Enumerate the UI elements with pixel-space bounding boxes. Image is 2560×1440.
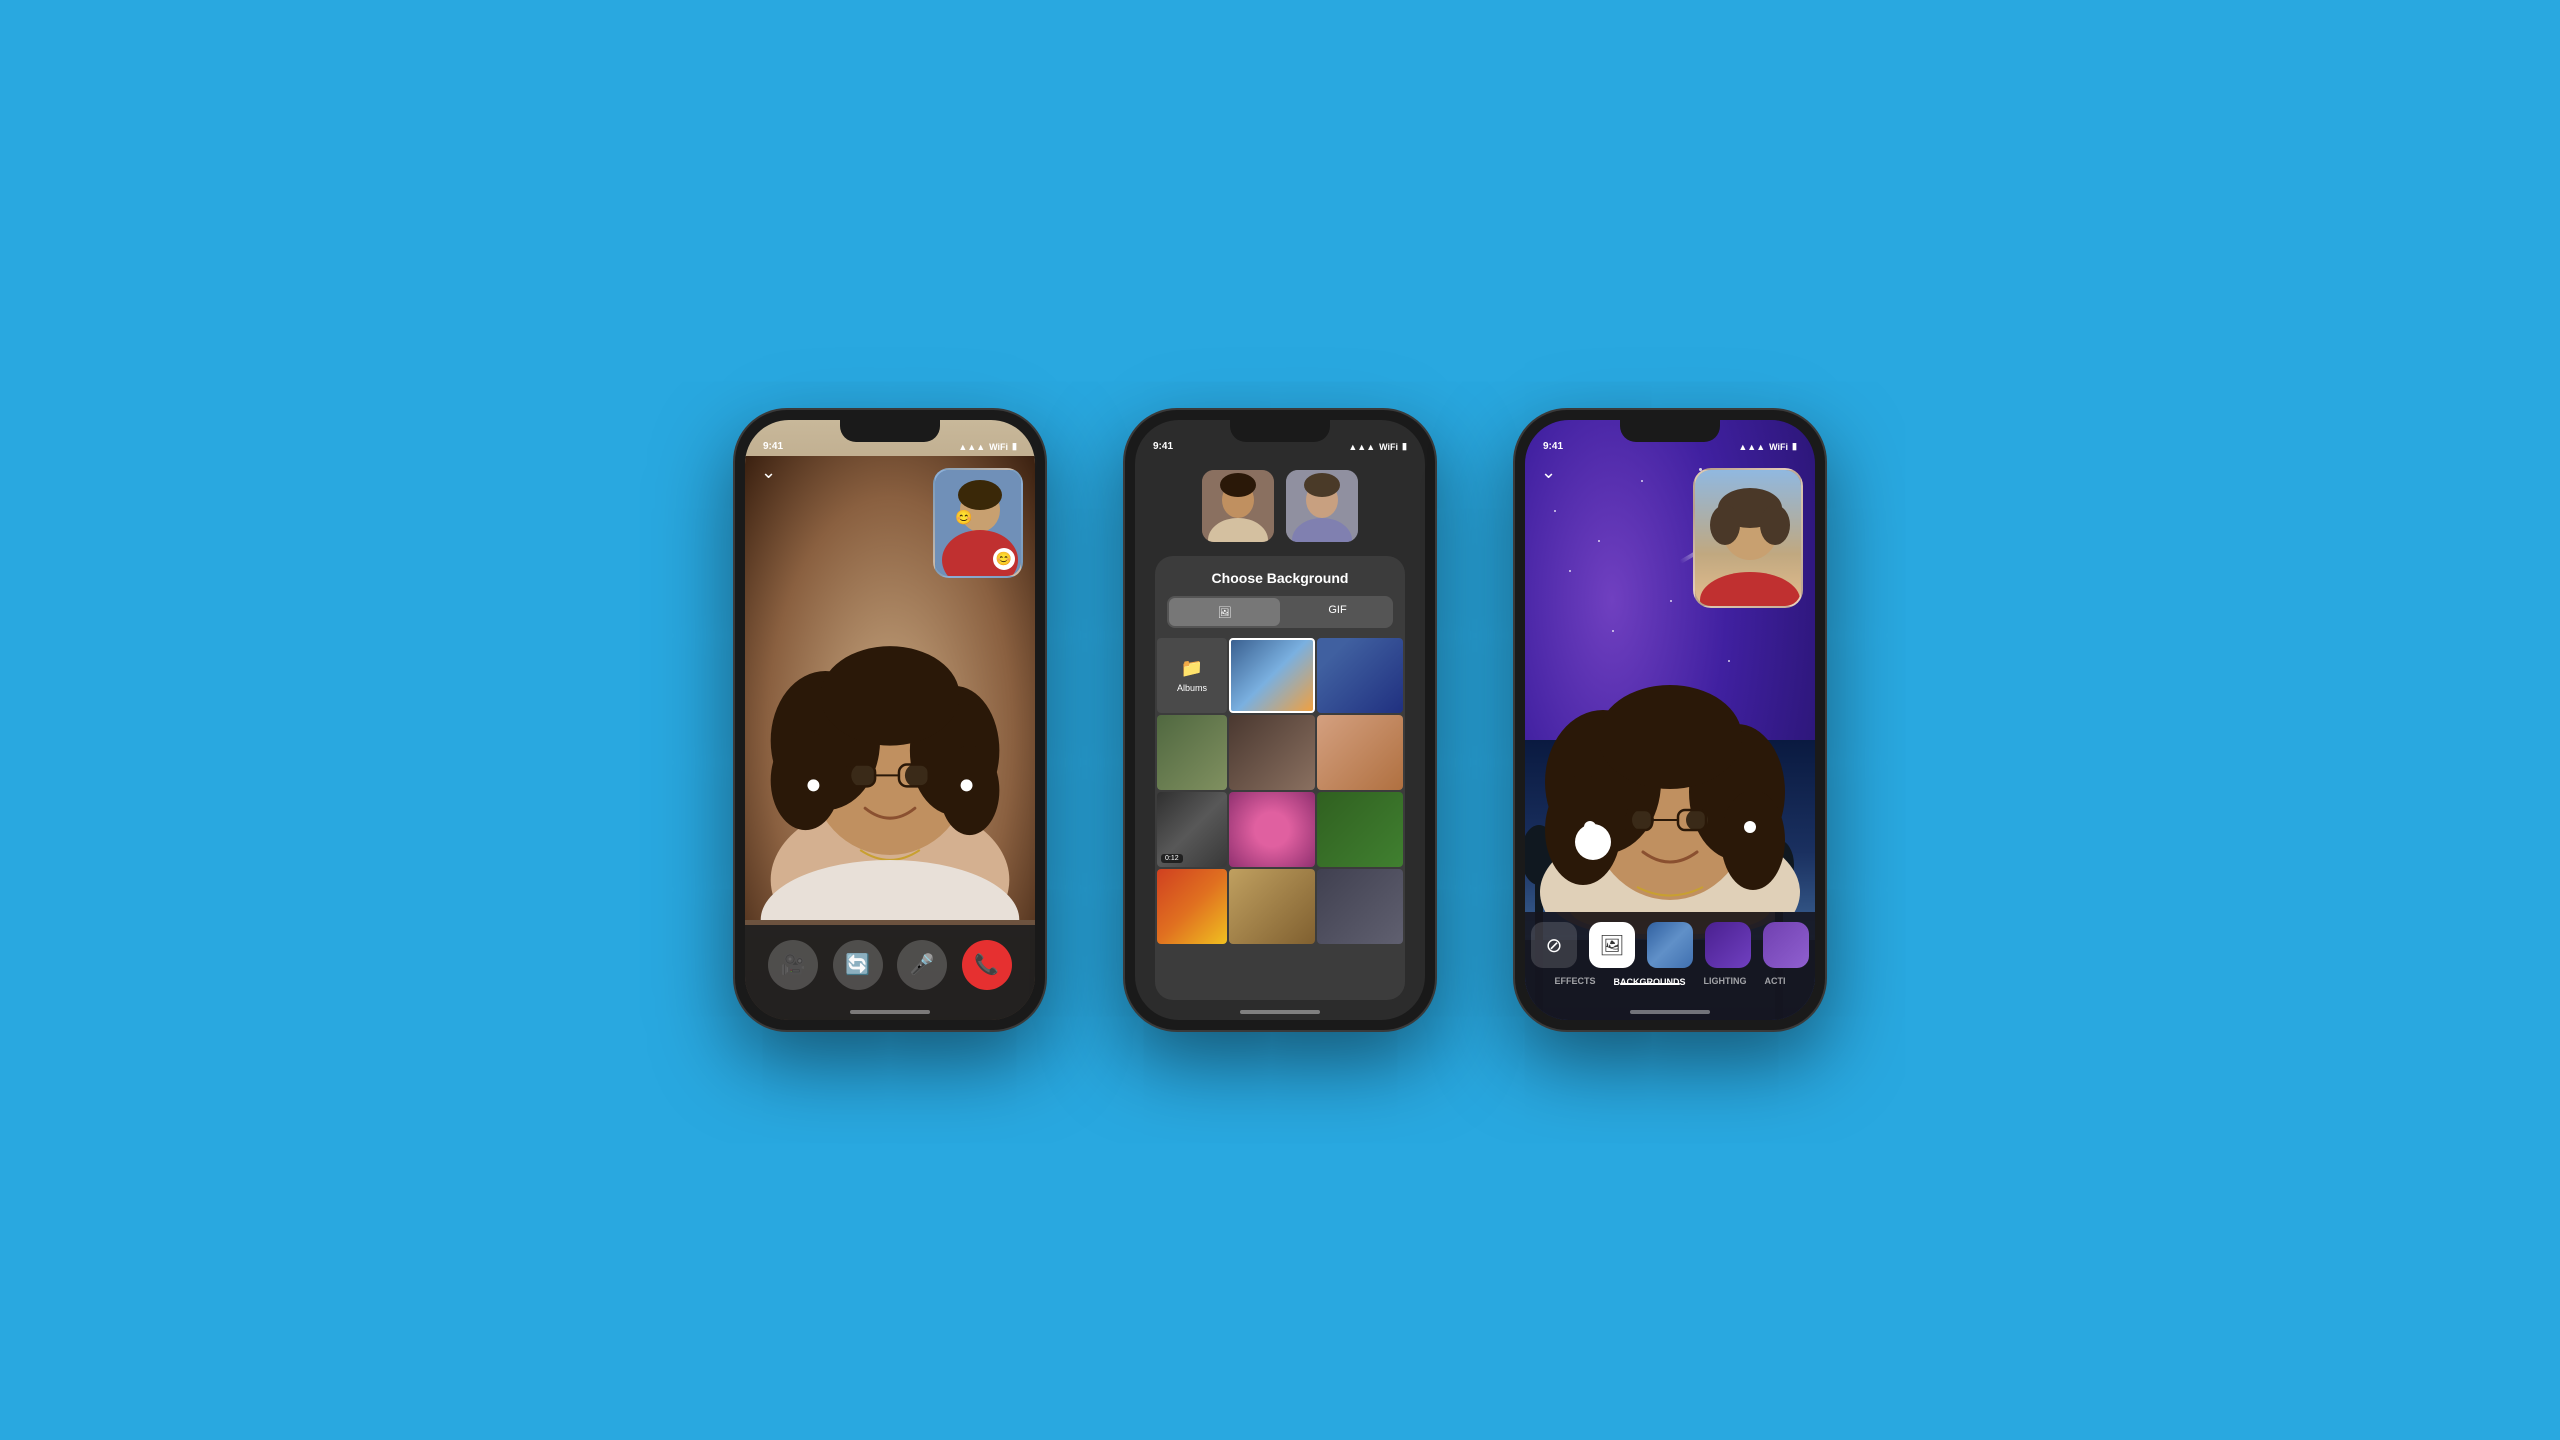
photo-grid: 📁 Albums 0:12 (1155, 638, 1405, 944)
status-icons-3: ▲▲▲ WiFi ▮ (1738, 441, 1797, 452)
battery-icon-3: ▮ (1792, 441, 1797, 452)
smiley-badge: 😊 (993, 548, 1015, 570)
photo-cell-7[interactable] (1229, 792, 1315, 867)
phone1-screen: 9:41 ▲▲▲ WiFi ▮ ⌄ (745, 420, 1035, 1020)
photo-cell-5[interactable] (1317, 715, 1403, 790)
scene1-button[interactable] (1647, 922, 1693, 968)
photo-cell-6[interactable]: 0:12 (1157, 792, 1227, 867)
albums-icon: 📁 (1181, 658, 1203, 679)
active-tab-indicator (1620, 983, 1680, 985)
notch-3 (1620, 420, 1720, 442)
tab-photos[interactable]: 🖼 (1169, 598, 1280, 626)
phone-3: 9:41 ▲▲▲ WiFi ▮ ⌄ ⊘ 🖼 (1515, 410, 1825, 1030)
notch-2 (1230, 420, 1330, 442)
woman-svg-3 (1525, 582, 1815, 912)
scene2-button[interactable] (1705, 922, 1751, 968)
battery-icon-2: ▮ (1402, 441, 1407, 452)
battery-icon-1: ▮ (1012, 441, 1017, 452)
tab-activity[interactable]: ACTI (1765, 976, 1786, 986)
home-indicator-3 (1630, 1010, 1710, 1014)
pip-row (1135, 456, 1425, 556)
pip-video-1: 😊 😊 (933, 468, 1023, 578)
camera-button[interactable]: 🎥 (768, 940, 818, 990)
tab-effects[interactable]: EFFECTS (1554, 976, 1595, 986)
phone-1: 9:41 ▲▲▲ WiFi ▮ ⌄ (735, 410, 1045, 1030)
scene3-button[interactable] (1763, 922, 1809, 968)
media-tabs: 🖼 GIF (1167, 596, 1393, 628)
status-icons-2: ▲▲▲ WiFi ▮ (1348, 441, 1407, 452)
end-call-button[interactable]: 📞 (962, 940, 1012, 990)
photo-cell-4[interactable] (1229, 715, 1315, 790)
mute-button[interactable]: 🎤 (897, 940, 947, 990)
wifi-icon-2: WiFi (1379, 442, 1398, 452)
panel-title: Choose Background (1155, 556, 1405, 596)
chevron-down-1[interactable]: ⌄ (761, 462, 776, 483)
pip-person-a (1202, 470, 1274, 542)
tab-backgrounds-container: BACKGROUNDS (1614, 977, 1686, 985)
effects-bar: ⊘ 🖼 EFFECTS BACKGROUNDS LIGHTING ACTI (1525, 912, 1815, 1020)
phone3-screen: 9:41 ▲▲▲ WiFi ▮ ⌄ ⊘ 🖼 (1525, 420, 1815, 1020)
photo-cell-11[interactable] (1317, 869, 1403, 944)
wifi-icon-3: WiFi (1769, 442, 1788, 452)
photo-cell-9[interactable] (1157, 869, 1227, 944)
wifi-icon-1: WiFi (989, 442, 1008, 452)
tab-gif[interactable]: GIF (1282, 596, 1393, 624)
duration-badge: 0:12 (1161, 854, 1183, 863)
pip-person-3 (1695, 470, 1803, 608)
white-dot-3 (1575, 824, 1611, 860)
call-controls: 🎥 🔄 🎤 📞 (745, 925, 1035, 1020)
albums-label: Albums (1177, 683, 1207, 693)
pip-2 (1286, 470, 1358, 542)
flip-camera-button[interactable]: 🔄 (833, 940, 883, 990)
chevron-down-3[interactable]: ⌄ (1541, 462, 1556, 483)
main-person-3 (1525, 582, 1815, 912)
photo-cell-1[interactable] (1229, 638, 1315, 713)
pip-1 (1202, 470, 1274, 542)
tab-lighting[interactable]: LIGHTING (1704, 976, 1747, 986)
phone2-screen: 9:41 ▲▲▲ WiFi ▮ (1135, 420, 1425, 1020)
photo-cell-3[interactable] (1157, 715, 1227, 790)
home-indicator-2 (1240, 1010, 1320, 1014)
tab-backgrounds[interactable]: BACKGROUNDS (1614, 977, 1686, 987)
photo-cell-8[interactable] (1317, 792, 1403, 867)
status-time-1: 9:41 (763, 441, 783, 452)
effect-tabs: EFFECTS BACKGROUNDS LIGHTING ACTI (1554, 976, 1785, 986)
background-panel: Choose Background 🖼 GIF 📁 Albums (1155, 556, 1405, 1000)
backgrounds-button[interactable]: 🖼 (1589, 922, 1635, 968)
photo-cell-2[interactable] (1317, 638, 1403, 713)
notch-1 (840, 420, 940, 442)
albums-cell[interactable]: 📁 Albums (1157, 638, 1227, 713)
signal-icon-3: ▲▲▲ (1738, 442, 1765, 452)
status-time-2: 9:41 (1153, 441, 1173, 452)
phone-2: 9:41 ▲▲▲ WiFi ▮ (1125, 410, 1435, 1030)
photo-cell-10[interactable] (1229, 869, 1315, 944)
signal-icon-1: ▲▲▲ (958, 442, 985, 452)
svg-text:😊: 😊 (955, 509, 972, 525)
status-time-3: 9:41 (1543, 441, 1563, 452)
pip-person-b (1286, 470, 1358, 542)
status-icons-1: ▲▲▲ WiFi ▮ (958, 441, 1017, 452)
fx-icons-row: ⊘ 🖼 (1531, 922, 1809, 968)
home-indicator-1 (850, 1010, 930, 1014)
pip-3 (1693, 468, 1803, 608)
no-effect-button[interactable]: ⊘ (1531, 922, 1577, 968)
signal-icon-2: ▲▲▲ (1348, 442, 1375, 452)
